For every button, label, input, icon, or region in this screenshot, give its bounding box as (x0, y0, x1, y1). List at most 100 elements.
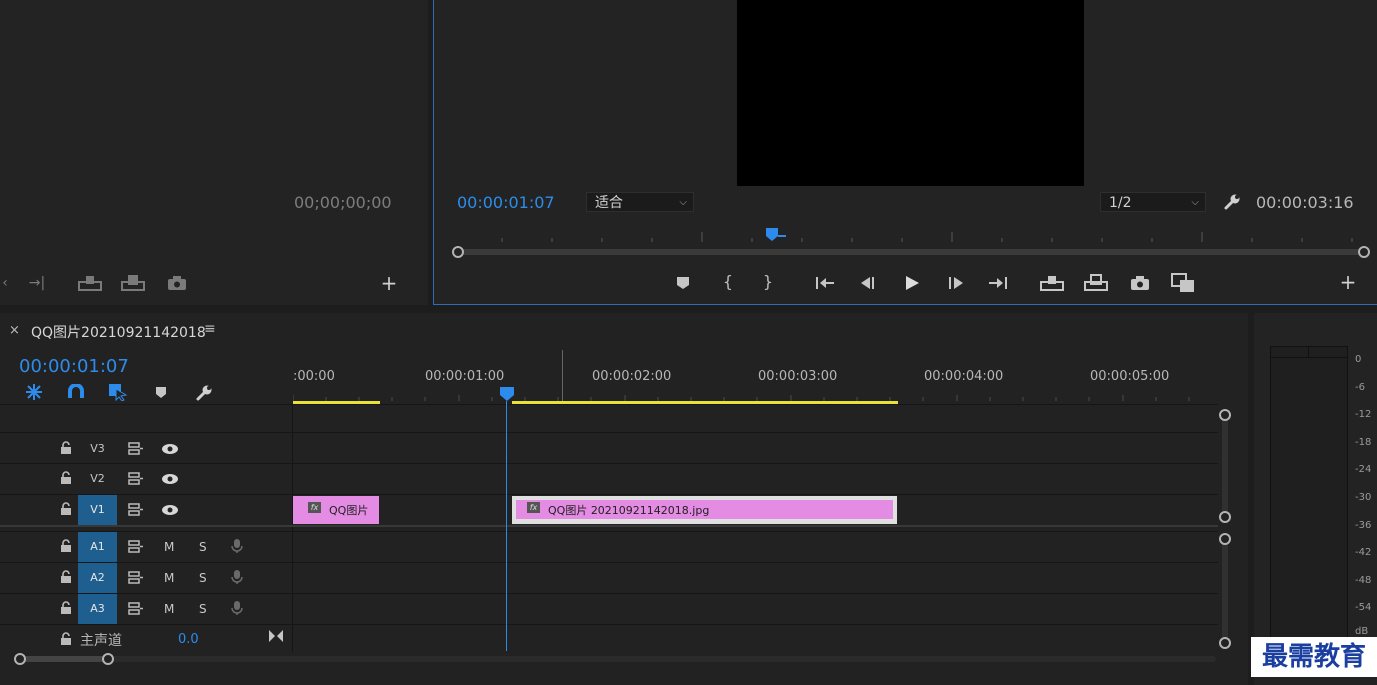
mute-button[interactable]: M (164, 602, 174, 616)
ruler-label: 00:00:02:00 (592, 369, 672, 384)
track-label[interactable]: V3 (78, 434, 117, 464)
fit-select[interactable]: 适合 ⌵ (586, 192, 694, 212)
settings-wrench-icon[interactable] (1223, 193, 1241, 211)
microphone-icon[interactable] (231, 538, 243, 554)
lift-icon[interactable] (1039, 274, 1065, 292)
microphone-icon[interactable] (231, 600, 243, 616)
lock-icon[interactable] (60, 471, 72, 485)
program-time-ruler[interactable] (452, 228, 1364, 244)
audio-tracks-scrollbar[interactable] (1218, 533, 1232, 649)
timeline-panel: × QQ图片20210921142018 ≡ 00:00:01:07 :00:0… (0, 313, 1248, 685)
sync-lock-icon[interactable] (128, 602, 144, 615)
meter-scale-label: -42 (1355, 547, 1372, 558)
export-frame-icon[interactable] (1130, 275, 1150, 291)
program-playhead[interactable] (764, 227, 788, 243)
sync-lock-icon[interactable] (128, 442, 144, 455)
lock-icon[interactable] (60, 441, 72, 455)
ruler-label: 00:00:01:00 (425, 369, 505, 384)
master-volume-value[interactable]: 0.0 (178, 632, 199, 647)
go-to-out-icon[interactable] (988, 276, 1008, 290)
add-button-icon[interactable]: + (380, 273, 398, 293)
eye-icon[interactable] (161, 443, 179, 455)
add-marker-icon[interactable] (155, 386, 167, 399)
solo-button[interactable]: S (199, 571, 207, 585)
scroll-handle-right[interactable] (102, 653, 114, 665)
ruler-marker-line (562, 350, 563, 401)
lock-icon[interactable] (60, 502, 72, 516)
meter-scale-label: -6 (1355, 382, 1365, 393)
program-zoom-scrollbar[interactable] (452, 246, 1370, 258)
meter-scale-label: -24 (1355, 464, 1372, 475)
sync-lock-icon[interactable] (128, 472, 144, 485)
insert-icon[interactable] (77, 274, 103, 292)
sequence-tab-title[interactable]: QQ图片20210921142018 (31, 322, 206, 342)
timeline-clip[interactable]: fx QQ图片 (293, 496, 379, 524)
scrollbar-left-handle[interactable] (452, 246, 464, 258)
lock-icon[interactable] (60, 601, 72, 615)
extract-icon[interactable] (1083, 274, 1109, 292)
program-current-time[interactable]: 00:00:01:07 (457, 193, 555, 212)
track-label[interactable]: V1 (78, 495, 117, 525)
timeline-playhead[interactable] (499, 386, 515, 402)
lock-icon[interactable] (60, 632, 72, 646)
solo-button[interactable]: S (199, 540, 207, 554)
microphone-icon[interactable] (231, 569, 243, 585)
chevron-down-icon: ⌵ (679, 197, 687, 208)
mute-button[interactable]: M (164, 571, 174, 585)
resolution-select[interactable]: 1/2 ⌵ (1100, 192, 1206, 212)
scroll-handle-bottom[interactable] (1219, 511, 1231, 523)
mute-button[interactable]: M (164, 540, 174, 554)
go-to-out-icon[interactable]: →| (26, 276, 48, 290)
go-to-edge-icon[interactable] (268, 629, 284, 643)
sync-lock-icon[interactable] (128, 540, 144, 553)
timeline-current-time[interactable]: 00:00:01:07 (19, 356, 129, 377)
track-label[interactable]: A2 (78, 563, 117, 593)
timeline-clip[interactable]: fx QQ图片 20210921142018.jpg (512, 496, 897, 524)
scrollbar-right-handle[interactable] (1358, 246, 1370, 258)
program-video-frame (737, 0, 1084, 186)
snap-magnet-icon[interactable] (67, 384, 85, 400)
lock-icon[interactable] (60, 570, 72, 584)
tab-menu-icon[interactable]: ≡ (204, 321, 216, 337)
scroll-handle-top[interactable] (1219, 409, 1231, 421)
nest-sequence-icon[interactable] (24, 383, 44, 401)
step-forward-icon[interactable] (947, 276, 965, 290)
play-icon[interactable] (904, 275, 920, 291)
track-header-a3: A3 M S (0, 594, 292, 624)
scroll-handle-left[interactable] (14, 653, 26, 665)
sync-lock-icon[interactable] (128, 571, 144, 584)
playhead-line (506, 401, 507, 651)
solo-button[interactable]: S (199, 602, 207, 616)
mark-out-icon[interactable]: } (760, 274, 776, 290)
clip-name: QQ图片 (329, 504, 369, 517)
scroll-handle-top[interactable] (1219, 533, 1231, 545)
timeline-settings-wrench-icon[interactable] (195, 384, 213, 402)
insert-arrow-icon[interactable]: ‹ (0, 276, 10, 290)
track-label[interactable]: A3 (78, 594, 117, 624)
linked-selection-icon[interactable] (108, 383, 128, 401)
sync-lock-icon[interactable] (128, 503, 144, 516)
add-marker-icon[interactable] (676, 276, 690, 290)
eye-icon[interactable] (161, 504, 179, 516)
mark-in-icon[interactable]: { (720, 274, 736, 290)
watermark-text: 最需教育 (1251, 637, 1377, 677)
timeline-ruler-ticks[interactable] (293, 385, 1218, 401)
step-back-icon[interactable] (859, 276, 877, 290)
comparison-view-icon[interactable] (1171, 273, 1197, 293)
add-button-icon[interactable]: + (1339, 272, 1357, 292)
meter-scale-label: 0 (1355, 354, 1362, 365)
video-tracks-scrollbar[interactable] (1218, 409, 1232, 523)
export-frame-icon[interactable] (167, 275, 187, 291)
source-timecode[interactable]: 00;00;00;00 (294, 193, 392, 212)
track-label[interactable]: V2 (78, 464, 117, 494)
resolution-select-value: 1/2 (1109, 195, 1132, 211)
program-monitor-panel: 00:00:01:07 适合 ⌵ 1/2 ⌵ 00:00:03:16 {} + (433, 0, 1377, 305)
timeline-zoom-scrollbar[interactable] (14, 652, 1218, 666)
eye-icon[interactable] (161, 473, 179, 485)
tab-close-icon[interactable]: × (9, 323, 20, 338)
go-to-in-icon[interactable] (815, 276, 835, 290)
overwrite-icon[interactable] (120, 274, 146, 292)
scroll-handle-bottom[interactable] (1219, 637, 1231, 649)
lock-icon[interactable] (60, 539, 72, 553)
track-label[interactable]: A1 (78, 532, 117, 562)
